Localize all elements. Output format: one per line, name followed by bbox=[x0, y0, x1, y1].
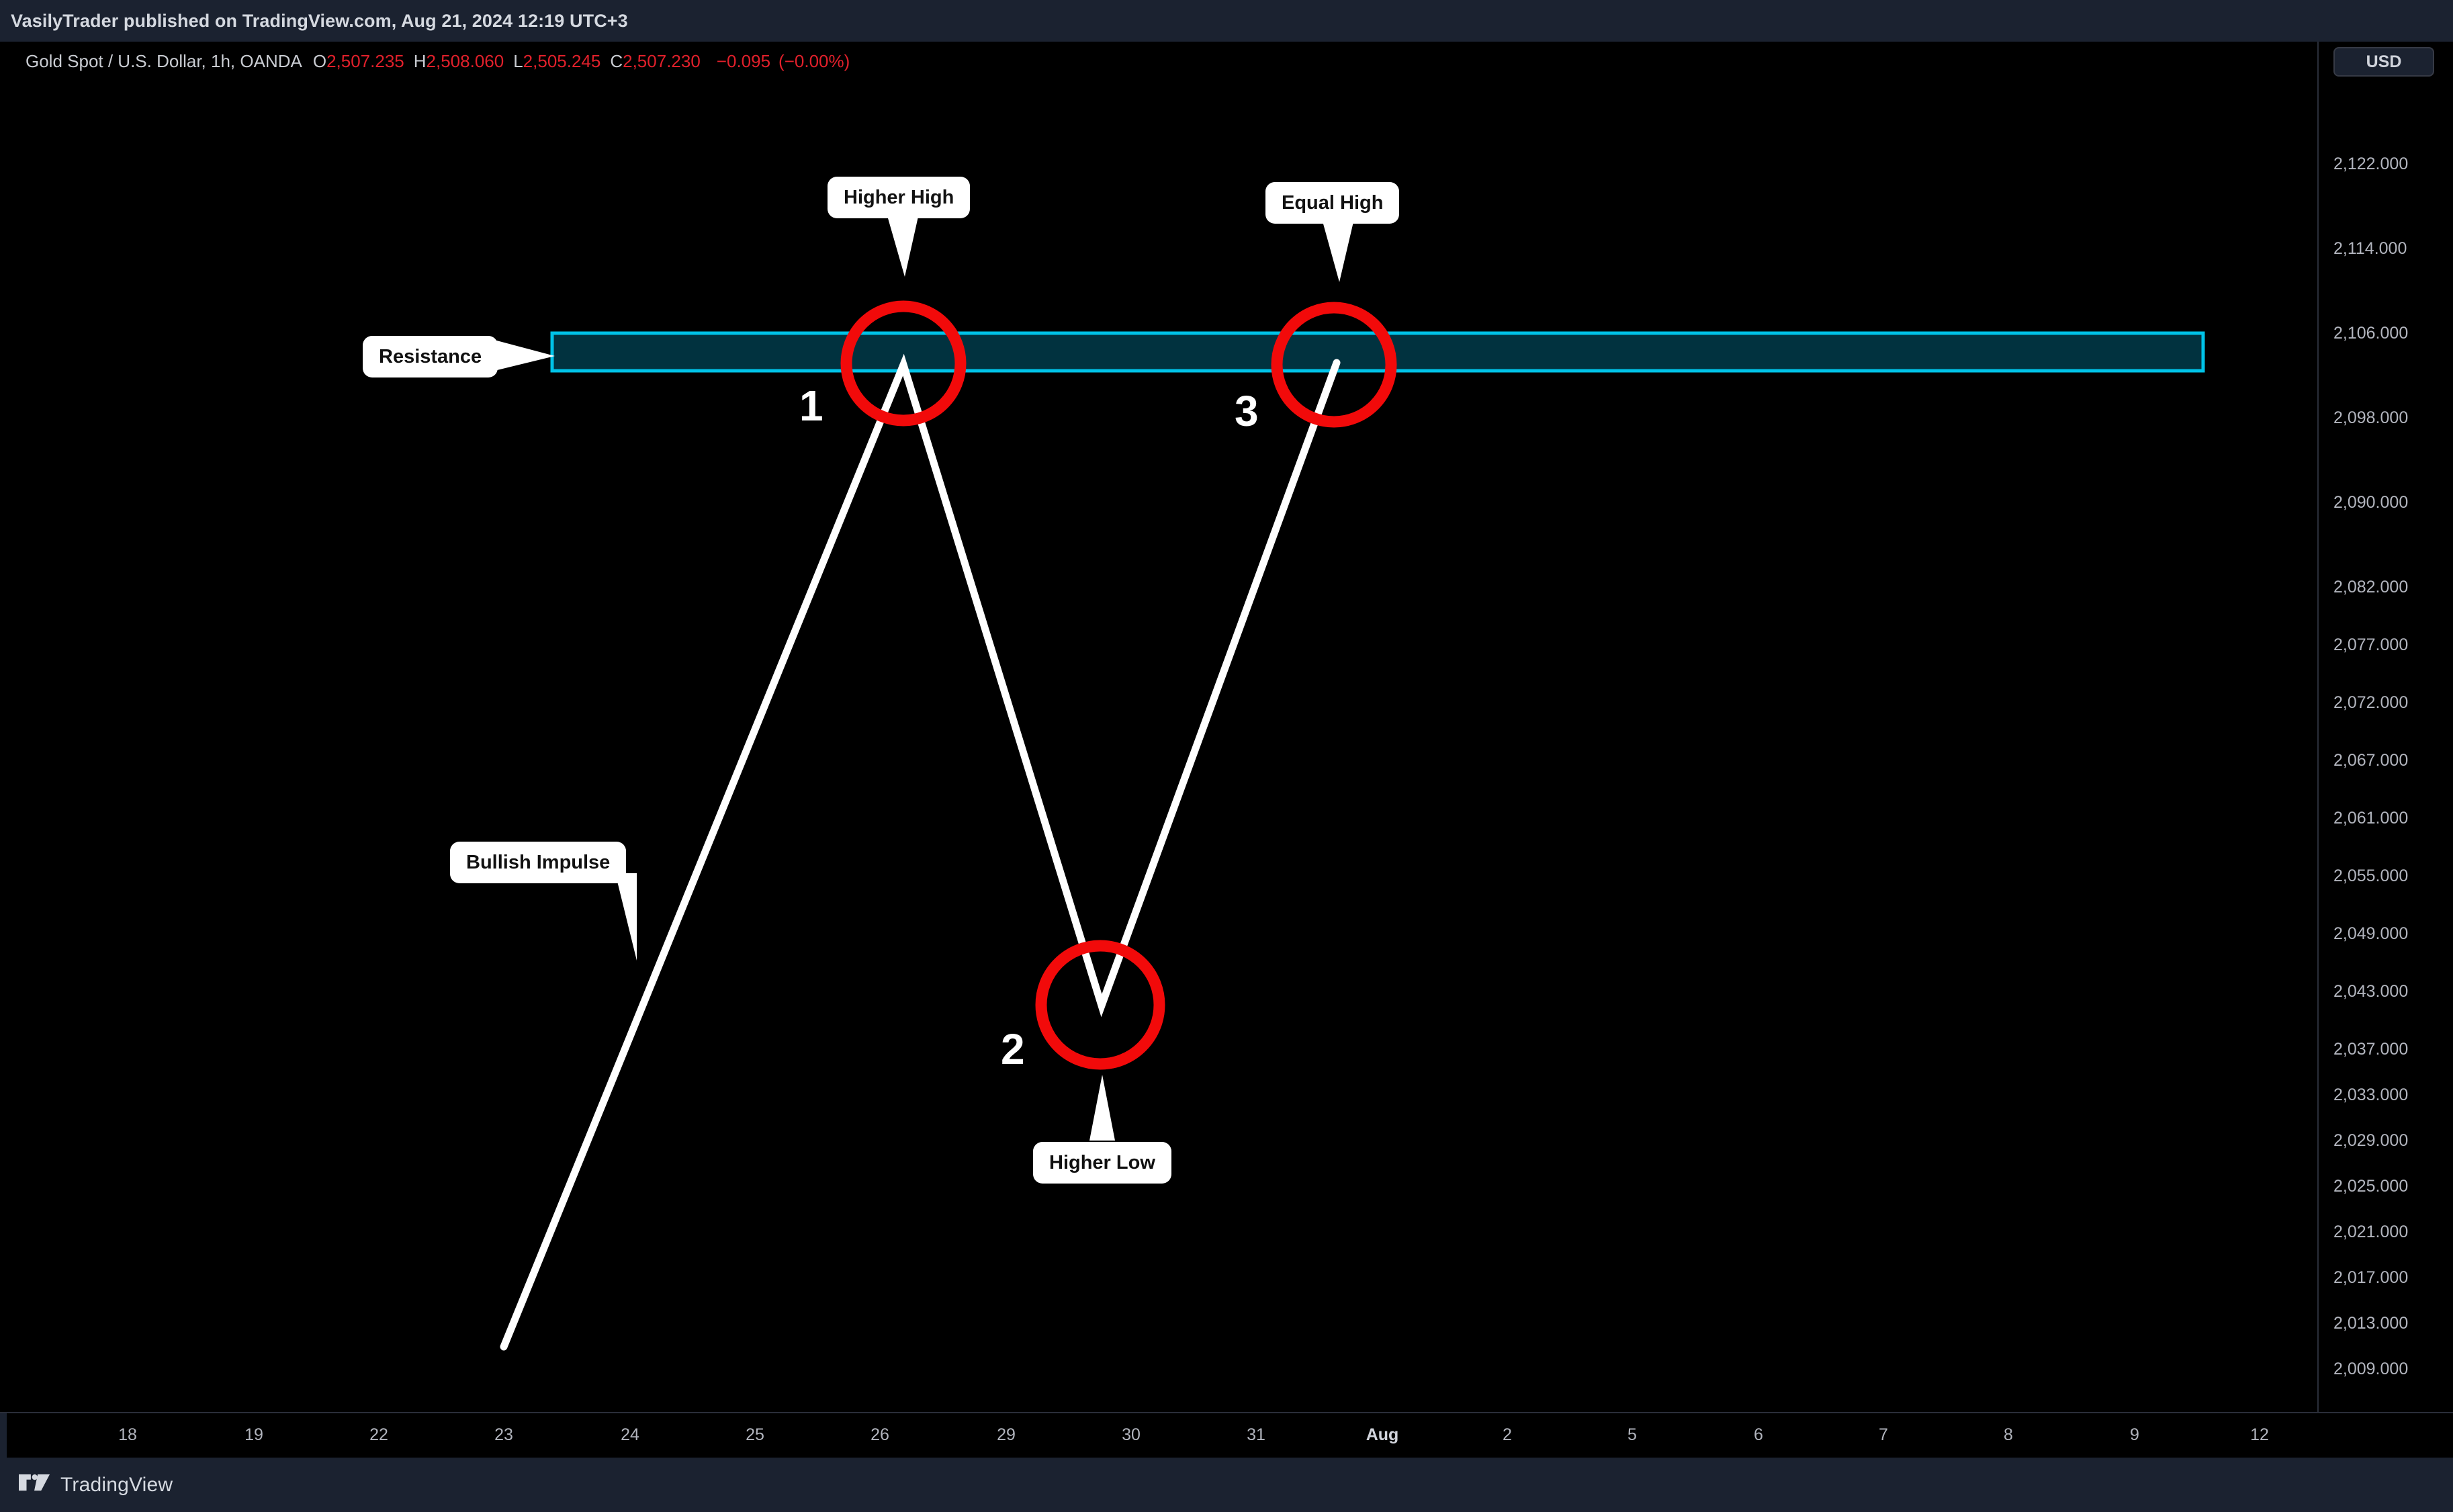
low-value: 2,505.245 bbox=[523, 51, 601, 71]
price-scale[interactable]: USD 2,122.000 2,114.000 2,106.000 2,098.000… bbox=[2317, 42, 2453, 1412]
price-tick-label: 2,033.000 bbox=[2333, 1085, 2409, 1104]
price-tick-label: 2,106.000 bbox=[2333, 324, 2409, 343]
callout-bullish-impulse[interactable]: Bullish Impulse bbox=[450, 842, 627, 883]
callout-equal-high[interactable]: Equal High bbox=[1265, 182, 1400, 224]
close-value-group: C 2,507.230 bbox=[610, 52, 700, 70]
time-tick-label: 7 bbox=[1879, 1425, 1888, 1444]
price-tick-label: 2,061.000 bbox=[2333, 809, 2409, 828]
callout-resistance[interactable]: Resistance bbox=[363, 336, 498, 377]
time-tick-label: 6 bbox=[1754, 1425, 1763, 1444]
time-tick-label: 18 bbox=[118, 1425, 137, 1444]
time-tick-label: 9 bbox=[2130, 1425, 2139, 1444]
price-tick-label: 2,013.000 bbox=[2333, 1314, 2409, 1333]
time-tick-label: 23 bbox=[494, 1425, 513, 1444]
time-tick-label: 25 bbox=[746, 1425, 764, 1444]
price-tick-label: 2,090.000 bbox=[2333, 493, 2409, 512]
swing-number-1: 1 bbox=[799, 382, 823, 430]
currency-badge[interactable]: USD bbox=[2333, 47, 2434, 77]
time-tick-label: 2 bbox=[1503, 1425, 1512, 1444]
change-percent-value: (−0.00%) bbox=[778, 51, 850, 71]
swing-number-3: 3 bbox=[1235, 387, 1259, 435]
time-tick-label: 5 bbox=[1627, 1425, 1637, 1444]
price-tick-label: 2,077.000 bbox=[2333, 635, 2409, 654]
high-label: H bbox=[413, 51, 427, 71]
price-tick-label: 2,009.000 bbox=[2333, 1360, 2409, 1378]
time-tick-label: Aug bbox=[1366, 1425, 1399, 1444]
price-tick-label: 2,043.000 bbox=[2333, 982, 2409, 1001]
callout-higher-low[interactable]: Higher Low bbox=[1033, 1142, 1171, 1184]
price-tick-label: 2,025.000 bbox=[2333, 1177, 2409, 1196]
publish-info-bar: VasilyTrader published on TradingView.co… bbox=[0, 0, 2453, 42]
close-value: 2,507.230 bbox=[623, 51, 701, 71]
time-tick-label: 12 bbox=[2250, 1425, 2269, 1444]
low-label: L bbox=[513, 51, 523, 71]
open-value-group: O 2,507.235 bbox=[313, 52, 404, 70]
price-tick-label: 2,072.000 bbox=[2333, 693, 2409, 712]
open-value: 2,507.235 bbox=[326, 51, 404, 71]
symbol-title[interactable]: Gold Spot / U.S. Dollar, 1h, OANDA bbox=[26, 52, 302, 70]
high-value: 2,508.060 bbox=[426, 51, 504, 71]
chart-canvas[interactable] bbox=[0, 42, 2317, 1412]
price-tick-label: 2,098.000 bbox=[2333, 408, 2409, 427]
price-tick-label: 2,114.000 bbox=[2333, 239, 2407, 258]
time-tick-label: 31 bbox=[1247, 1425, 1265, 1444]
time-tick-label: 30 bbox=[1122, 1425, 1141, 1444]
close-label: C bbox=[610, 51, 623, 71]
price-tick-label: 2,021.000 bbox=[2333, 1222, 2409, 1241]
currency-label: USD bbox=[2366, 52, 2402, 71]
price-tick-label: 2,049.000 bbox=[2333, 924, 2409, 943]
callout-bullish-impulse-label: Bullish Impulse bbox=[466, 851, 611, 873]
price-tick-label: 2,017.000 bbox=[2333, 1268, 2409, 1287]
callout-resistance-label: Resistance bbox=[379, 345, 482, 367]
callout-higher-high-label: Higher High bbox=[844, 186, 954, 208]
time-tick-label: 22 bbox=[369, 1425, 388, 1444]
time-scale[interactable]: 18 19 22 23 24 25 26 29 30 31 Aug 2 5 6 7 8 9 12 bbox=[0, 1412, 2453, 1459]
tradingview-chart-screenshot: VasilyTrader published on TradingView.co… bbox=[0, 0, 2453, 1512]
tradingview-logo-icon bbox=[19, 1474, 50, 1491]
callout-equal-high-label: Equal High bbox=[1282, 191, 1384, 214]
footer-bar: TradingView bbox=[0, 1458, 2453, 1512]
callout-higher-high[interactable]: Higher High bbox=[828, 177, 971, 218]
tradingview-logo-text: TradingView bbox=[60, 1473, 173, 1496]
high-value-group: H 2,508.060 bbox=[414, 52, 504, 70]
time-scale-left-rail bbox=[0, 1413, 7, 1459]
price-tick-label: 2,029.000 bbox=[2333, 1131, 2409, 1150]
time-tick-label: 24 bbox=[621, 1425, 639, 1444]
time-tick-label: 19 bbox=[244, 1425, 263, 1444]
symbol-legend[interactable]: Gold Spot / U.S. Dollar, 1h, OANDA O 2,5… bbox=[26, 52, 850, 70]
price-tick-label: 2,122.000 bbox=[2333, 154, 2409, 173]
swing-number-2: 2 bbox=[1001, 1025, 1025, 1073]
price-tick-label: 2,037.000 bbox=[2333, 1040, 2409, 1059]
open-label: O bbox=[312, 51, 327, 71]
price-tick-label: 2,082.000 bbox=[2333, 578, 2409, 596]
publish-info-text: VasilyTrader published on TradingView.co… bbox=[11, 10, 628, 31]
price-tick-label: 2,055.000 bbox=[2333, 866, 2409, 885]
change-value: −0.095 bbox=[716, 51, 771, 71]
low-value-group: L 2,505.245 bbox=[513, 52, 600, 70]
time-tick-label: 8 bbox=[2004, 1425, 2013, 1444]
time-tick-label: 29 bbox=[997, 1425, 1016, 1444]
callout-higher-low-label: Higher Low bbox=[1049, 1151, 1155, 1173]
tradingview-logo[interactable]: TradingView bbox=[0, 1474, 173, 1497]
price-tick-label: 2,067.000 bbox=[2333, 751, 2409, 770]
time-tick-label: 26 bbox=[871, 1425, 889, 1444]
